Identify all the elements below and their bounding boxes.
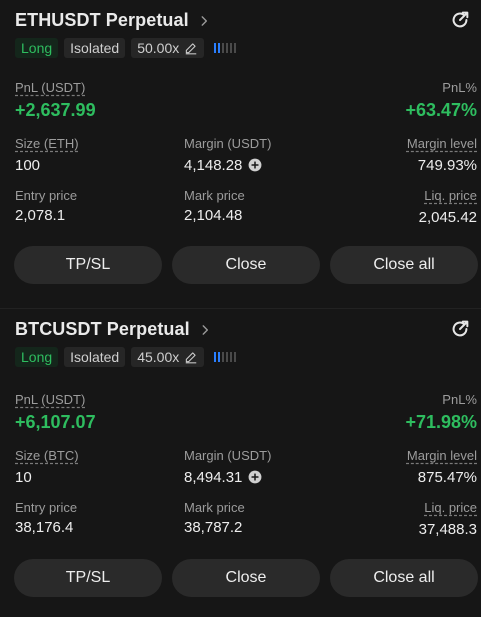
position-title[interactable]: BTCUSDT Perpetual [15, 319, 212, 340]
positions-list: ETHUSDT Perpetual Long Isolated 50.00x P… [0, 0, 481, 617]
pnl-label: PnL (USDT) [15, 80, 86, 95]
leverage-value: 45.00x [137, 349, 180, 365]
share-icon[interactable] [449, 318, 471, 340]
symbol-name[interactable]: BTCUSDT Perpetual [15, 319, 190, 340]
chevron-right-icon[interactable] [197, 14, 211, 28]
size-value: 100 [15, 157, 41, 174]
margin-value: 8,494.31 [184, 469, 243, 486]
pnl-label: PnL (USDT) [15, 392, 86, 407]
liq-price-value: 37,488.3 [418, 521, 477, 538]
close-button[interactable]: Close [172, 559, 320, 597]
pnl-percent-value: +63.47% [405, 100, 477, 120]
margin-level-label: Margin level [406, 136, 477, 151]
leverage-value: 50.00x [137, 40, 180, 56]
leverage-badge[interactable]: 45.00x [131, 347, 205, 367]
position-title[interactable]: ETHUSDT Perpetual [15, 10, 211, 31]
pnl-percent-label: PnL% [442, 80, 477, 95]
mark-price-label: Mark price [184, 188, 245, 203]
size-value: 10 [15, 469, 32, 486]
pnl-value: +2,637.99 [15, 100, 96, 120]
margin-value: 4,148.28 [184, 157, 243, 174]
risk-level-indicator [214, 43, 237, 53]
edit-pencil-icon[interactable] [184, 350, 198, 364]
position-card-btcusdt: BTCUSDT Perpetual Long Isolated 45.00x P… [0, 308, 481, 617]
symbol-name[interactable]: ETHUSDT Perpetual [15, 10, 189, 31]
tpsl-button[interactable]: TP/SL [14, 246, 162, 284]
mark-price-value: 38,787.2 [184, 519, 243, 536]
size-label: Size (ETH) [15, 136, 79, 151]
side-badge: Long [15, 347, 59, 367]
close-all-button[interactable]: Close all [330, 246, 478, 284]
pnl-value: +6,107.07 [15, 412, 96, 432]
margin-level-value: 749.93% [417, 157, 477, 174]
mark-price-label: Mark price [184, 500, 245, 515]
share-icon[interactable] [449, 9, 471, 31]
position-card-ethusdt: ETHUSDT Perpetual Long Isolated 50.00x P… [0, 0, 481, 308]
margin-label: Margin (USDT) [184, 448, 272, 463]
side-badge: Long [15, 38, 59, 58]
entry-price-value: 38,176.4 [15, 519, 74, 536]
margin-mode-badge: Isolated [64, 38, 126, 58]
close-all-button[interactable]: Close all [330, 559, 478, 597]
margin-label: Margin (USDT) [184, 136, 272, 151]
leverage-badge[interactable]: 50.00x [131, 38, 205, 58]
edit-pencil-icon[interactable] [184, 41, 198, 55]
close-button[interactable]: Close [172, 246, 320, 284]
entry-price-value: 2,078.1 [15, 207, 66, 224]
size-label: Size (BTC) [15, 448, 79, 463]
position-tags: Long Isolated 45.00x [15, 347, 237, 367]
entry-price-label: Entry price [15, 188, 78, 203]
add-margin-icon[interactable] [248, 158, 262, 172]
mark-price-value: 2,104.48 [184, 207, 243, 224]
position-tags: Long Isolated 50.00x [15, 38, 237, 58]
pnl-percent-label: PnL% [442, 392, 477, 407]
risk-level-indicator [214, 352, 237, 362]
liq-price-label: Liq. price [424, 188, 477, 203]
tpsl-button[interactable]: TP/SL [14, 559, 162, 597]
liq-price-label: Liq. price [424, 500, 477, 515]
liq-price-value: 2,045.42 [418, 209, 477, 226]
add-margin-icon[interactable] [248, 470, 262, 484]
margin-mode-badge: Isolated [64, 347, 126, 367]
chevron-right-icon[interactable] [198, 323, 212, 337]
margin-value-row: 4,148.28 [184, 157, 262, 174]
margin-value-row: 8,494.31 [184, 469, 262, 486]
pnl-percent-value: +71.98% [405, 412, 477, 432]
margin-level-value: 875.47% [417, 469, 477, 486]
entry-price-label: Entry price [15, 500, 78, 515]
margin-level-label: Margin level [406, 448, 477, 463]
